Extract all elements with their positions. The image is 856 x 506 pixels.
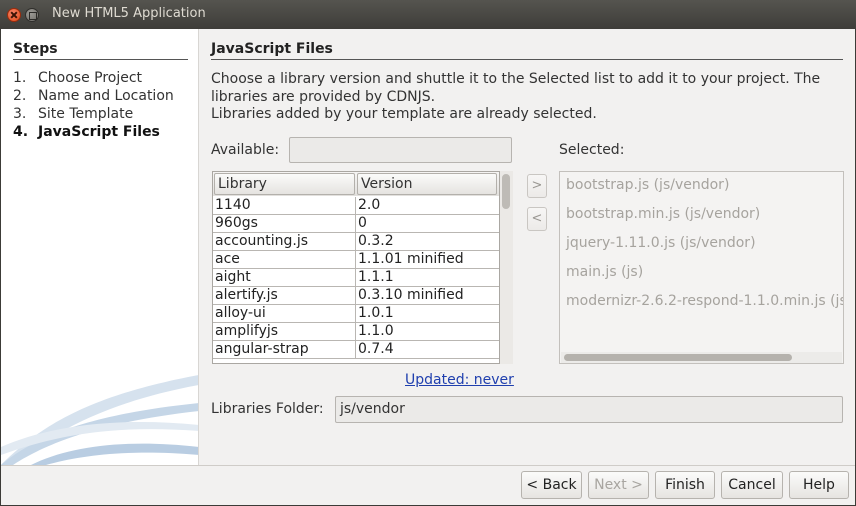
list-item[interactable]: bootstrap.min.js (js/vendor) — [566, 206, 760, 222]
next-button[interactable]: Next > — [588, 471, 649, 499]
table-vertical-scrollbar[interactable] — [500, 171, 513, 364]
version-cell[interactable]: 1.0.1 — [356, 305, 499, 322]
add-library-button[interactable]: > — [527, 174, 547, 198]
library-cell: 960gs — [213, 215, 356, 232]
libraries-folder-input[interactable]: js/vendor — [335, 396, 843, 423]
libraries-folder-label: Libraries Folder: — [211, 401, 324, 417]
library-cell: aight — [213, 269, 356, 286]
wizard-decoration-image — [1, 375, 198, 465]
steps-panel: Steps 1. Choose Project 2. Name and Locati… — [1, 29, 199, 465]
content-panel: JavaScript Files Choose a library versio… — [200, 29, 855, 465]
version-cell[interactable]: 2.0 — [356, 197, 499, 214]
selected-label: Selected: — [559, 142, 625, 158]
table-row[interactable]: 960gs 0 — [213, 215, 499, 233]
table-row[interactable]: angular-strap 0.7.4 — [213, 341, 499, 359]
list-item[interactable]: bootstrap.js (js/vendor) — [566, 177, 729, 193]
remove-library-button[interactable]: < — [527, 207, 547, 231]
library-cell: angular-strap — [213, 341, 356, 358]
list-item[interactable]: jquery-1.11.0.js (js/vendor) — [566, 235, 756, 251]
version-cell[interactable]: 0.3.10 minified — [356, 287, 499, 304]
table-header: Library Version — [213, 172, 499, 196]
selected-horizontal-scrollbar[interactable] — [561, 352, 842, 363]
description: Choose a library version and shuttle it … — [211, 71, 821, 122]
wizard-dialog: Steps 1. Choose Project 2. Name and Locati… — [1, 29, 855, 505]
steps-divider — [13, 59, 188, 60]
library-cell: accounting.js — [213, 233, 356, 250]
step-choose-project: 1. Choose Project — [13, 70, 143, 86]
step-javascript-files: 4. JavaScript Files — [13, 124, 160, 140]
window-title: New HTML5 Application — [52, 6, 206, 21]
library-cell: alertify.js — [213, 287, 356, 304]
column-header-library[interactable]: Library — [214, 173, 355, 195]
libraries-table[interactable]: Library Version 1140 2.0 960gs 0 accountin… — [212, 171, 500, 364]
back-button[interactable]: < Back — [521, 471, 582, 499]
table-row[interactable]: aight 1.1.1 — [213, 269, 499, 287]
close-icon[interactable] — [7, 8, 21, 22]
help-button[interactable]: Help — [789, 471, 849, 499]
table-row[interactable]: accounting.js 0.3.2 — [213, 233, 499, 251]
cancel-button[interactable]: Cancel — [721, 471, 783, 499]
version-cell[interactable]: 0.3.2 — [356, 233, 499, 250]
version-cell[interactable]: 1.1.01 minified — [356, 251, 499, 268]
updated-link[interactable]: Updated: never — [405, 372, 514, 388]
list-item[interactable]: modernizr-2.6.2-respond-1.1.0.min.js (js… — [566, 293, 843, 309]
maximize-icon[interactable] — [25, 8, 39, 22]
version-cell[interactable]: 1.1.0 — [356, 323, 499, 340]
finish-button[interactable]: Finish — [655, 471, 715, 499]
table-row[interactable]: alloy-ui 1.0.1 — [213, 305, 499, 323]
selected-libraries-list[interactable]: bootstrap.js (js/vendor) bootstrap.min.j… — [559, 171, 844, 364]
step-site-template: 3. Site Template — [13, 106, 134, 122]
table-row[interactable]: ace 1.1.01 minified — [213, 251, 499, 269]
available-filter-input[interactable] — [289, 137, 512, 163]
title-divider — [211, 59, 843, 60]
page-title: JavaScript Files — [211, 41, 333, 57]
list-item[interactable]: main.js (js) — [566, 264, 643, 280]
library-cell: ace — [213, 251, 356, 268]
window-titlebar: New HTML5 Application — [0, 0, 856, 29]
scrollbar-thumb[interactable] — [564, 354, 792, 361]
table-row[interactable]: 1140 2.0 — [213, 197, 499, 215]
library-cell: amplifyjs — [213, 323, 356, 340]
step-name-location: 2. Name and Location — [13, 88, 174, 104]
button-bar-divider — [1, 465, 855, 466]
scrollbar-thumb[interactable] — [502, 174, 510, 209]
version-cell[interactable]: 1.1.1 — [356, 269, 499, 286]
available-label: Available: — [211, 142, 280, 158]
column-header-version[interactable]: Version — [357, 173, 497, 195]
library-cell: 1140 — [213, 197, 356, 214]
steps-heading: Steps — [13, 41, 58, 57]
version-cell[interactable]: 0.7.4 — [356, 341, 499, 358]
table-row[interactable]: alertify.js 0.3.10 minified — [213, 287, 499, 305]
library-cell: alloy-ui — [213, 305, 356, 322]
table-row[interactable]: amplifyjs 1.1.0 — [213, 323, 499, 341]
version-cell[interactable]: 0 — [356, 215, 499, 232]
